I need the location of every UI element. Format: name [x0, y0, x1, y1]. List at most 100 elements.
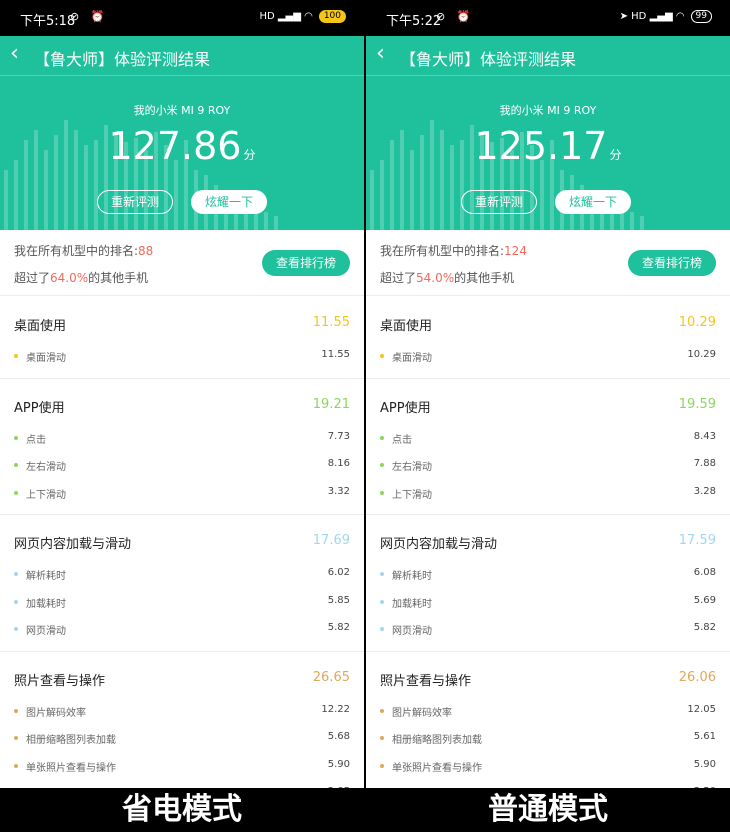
- bullet-dot-icon: [14, 354, 18, 358]
- list-item: 点击 7.73: [0, 431, 364, 451]
- bullet-dot-icon: [14, 763, 18, 768]
- retest-button[interactable]: 重新评测: [97, 190, 173, 214]
- mode-caption: 普通模式: [488, 792, 608, 827]
- rank-text: 我在所有机型中的排名:88: [14, 242, 153, 259]
- item-name: 相册缩略图列表加载: [26, 735, 116, 746]
- score-section: APP使用 19.59 点击 8.43 左右滑动 7.88 上下滑动 3.28: [366, 379, 730, 515]
- result-header: ‹ 【鲁大师】体验评测结果 我的小米 MI 9 ROY 127.86 分 重新评测…: [0, 36, 364, 230]
- beat-suffix: 的其他手机: [454, 271, 515, 285]
- item-name: 左右滑动: [26, 462, 66, 473]
- item-value: 3.32: [327, 485, 350, 497]
- section-title: APP使用: [380, 400, 431, 416]
- bullet-dot-icon: [380, 708, 384, 713]
- status-time: 下午5:18: [20, 14, 76, 29]
- item-value: 7.88: [693, 458, 716, 469]
- score-section: 桌面使用 11.55 桌面滑动 11.55: [0, 297, 364, 379]
- bullet-dot-icon: [14, 490, 18, 495]
- result-header: ‹ 【鲁大师】体验评测结果 我的小米 MI 9 ROY 125.17 分 重新评测…: [366, 36, 730, 230]
- rank-value: 124: [504, 244, 527, 258]
- decorative-bar: [264, 212, 268, 230]
- decorative-bar: [630, 212, 634, 230]
- section-score: 19.21: [312, 396, 350, 412]
- item-name: 上下滑动: [26, 489, 66, 501]
- device-name: 我的小米 MI 9 ROY: [133, 104, 231, 117]
- list-item: 网页滑动 5.82: [366, 622, 730, 642]
- beat-suffix: 的其他手机: [88, 271, 149, 285]
- item-name: 加载耗时: [392, 598, 432, 610]
- list-item: 图片解码效率 12.05: [366, 704, 730, 724]
- status-time: 下午5:22: [386, 14, 442, 29]
- list-item: 相册缩略图列表加载 5.68: [0, 731, 364, 751]
- chevron-left-icon[interactable]: ‹: [10, 42, 19, 66]
- section-score: 19.59: [678, 396, 716, 412]
- score-unit: 分: [243, 148, 256, 162]
- item-name: 上下滑动: [392, 489, 432, 501]
- page-title: 【鲁大师】体验评测结果: [400, 50, 577, 69]
- bullet-dot-icon: [14, 435, 18, 440]
- score-section: 网页内容加载与滑动 17.59 解析耗时 6.08 加载耗时 5.69 网页滑动 5.82: [366, 515, 730, 652]
- mode-caption: 省电模式: [122, 792, 242, 827]
- beat-text: 超过了54.0%的其他手机: [380, 269, 514, 286]
- decorative-bar: [274, 216, 278, 230]
- bullet-dot-icon: [14, 463, 18, 467]
- list-item: 单张照片查看与操作 5.90: [0, 759, 364, 779]
- item-value: 5.82: [327, 622, 350, 633]
- item-name: 网页滑动: [392, 626, 432, 637]
- list-item: 图片解码效率 12.22: [0, 704, 364, 724]
- item-value: 5.85: [327, 594, 350, 606]
- bullet-dot-icon: [14, 708, 18, 713]
- item-name: 图片解码效率: [26, 707, 86, 719]
- section-title: 网页内容加载与滑动: [380, 537, 498, 552]
- item-name: 点击: [26, 434, 46, 446]
- battery-icon: 100: [318, 10, 346, 23]
- beat-text: 超过了64.0%的其他手机: [14, 269, 148, 286]
- section-score: 11.55: [312, 315, 350, 330]
- bullet-dot-icon: [380, 435, 384, 440]
- item-name: 桌面滑动: [26, 353, 66, 364]
- bullet-dot-icon: [380, 763, 384, 768]
- section-score: 17.69: [312, 533, 350, 548]
- list-item: 加载耗时 5.69: [366, 595, 730, 615]
- list-item: 相册缩略图列表加载 5.61: [366, 731, 730, 751]
- bullet-dot-icon: [14, 572, 18, 576]
- item-value: 12.22: [321, 703, 350, 715]
- item-value: 11.55: [321, 349, 350, 360]
- item-value: 12.05: [687, 703, 716, 715]
- item-value: 5.82: [693, 622, 716, 633]
- chevron-left-icon[interactable]: ‹: [376, 42, 385, 66]
- section-title: 网页内容加载与滑动: [14, 537, 132, 552]
- list-item: 点击 8.43: [366, 431, 730, 451]
- section-score: 17.59: [678, 533, 716, 548]
- status-bar: 下午5:22 ⊘ ⏰ ➤ HD ▂▄▆ ◠ 99: [366, 0, 730, 36]
- rank-summary: 我在所有机型中的排名:88 超过了64.0%的其他手机 查看排行榜: [0, 230, 364, 296]
- decorative-bar: [4, 170, 8, 230]
- bullet-dot-icon: [14, 627, 18, 631]
- decorative-bar: [640, 216, 644, 230]
- item-name: 解析耗时: [26, 571, 66, 582]
- bullet-dot-icon: [380, 354, 384, 358]
- item-name: 左右滑动: [392, 462, 432, 473]
- list-item: 上下滑动 3.32: [0, 486, 364, 506]
- item-name: 解析耗时: [392, 571, 432, 582]
- item-name: 相册缩略图列表加载: [392, 735, 482, 746]
- beat-prefix: 超过了: [14, 271, 51, 285]
- item-name: 单张照片查看与操作: [392, 762, 482, 774]
- item-value: 5.61: [693, 731, 716, 742]
- leaderboard-button[interactable]: 查看排行榜: [628, 250, 716, 276]
- section-title: 桌面使用: [380, 319, 433, 334]
- leaderboard-button[interactable]: 查看排行榜: [262, 250, 350, 276]
- score-value: 127.86: [108, 124, 242, 168]
- share-button[interactable]: 炫耀一下: [555, 190, 631, 214]
- item-value: 5.69: [693, 594, 716, 606]
- phone-screen-normal: 下午5:22 ⊘ ⏰ ➤ HD ▂▄▆ ◠ 99 ‹ 【鲁大师】体验评测结果 我…: [366, 0, 730, 788]
- battery-icon: 99: [690, 10, 712, 23]
- item-name: 网页滑动: [26, 626, 66, 637]
- signal-wifi-icon: ➤ HD ▂▄▆ ◠: [619, 11, 685, 22]
- bullet-dot-icon: [380, 490, 384, 495]
- status-icons: ⊘ ⏰: [70, 10, 109, 23]
- phone-screen-power-saving: 下午5:18 ⊘ ⏰ HD ▂▄▆ ◠ 100 ‹ 【鲁大师】体验评测结果 我的…: [0, 0, 364, 788]
- list-item: 上下滑动 3.28: [366, 486, 730, 506]
- share-button[interactable]: 炫耀一下: [191, 190, 267, 214]
- retest-button[interactable]: 重新评测: [461, 190, 537, 214]
- bullet-dot-icon: [380, 736, 384, 740]
